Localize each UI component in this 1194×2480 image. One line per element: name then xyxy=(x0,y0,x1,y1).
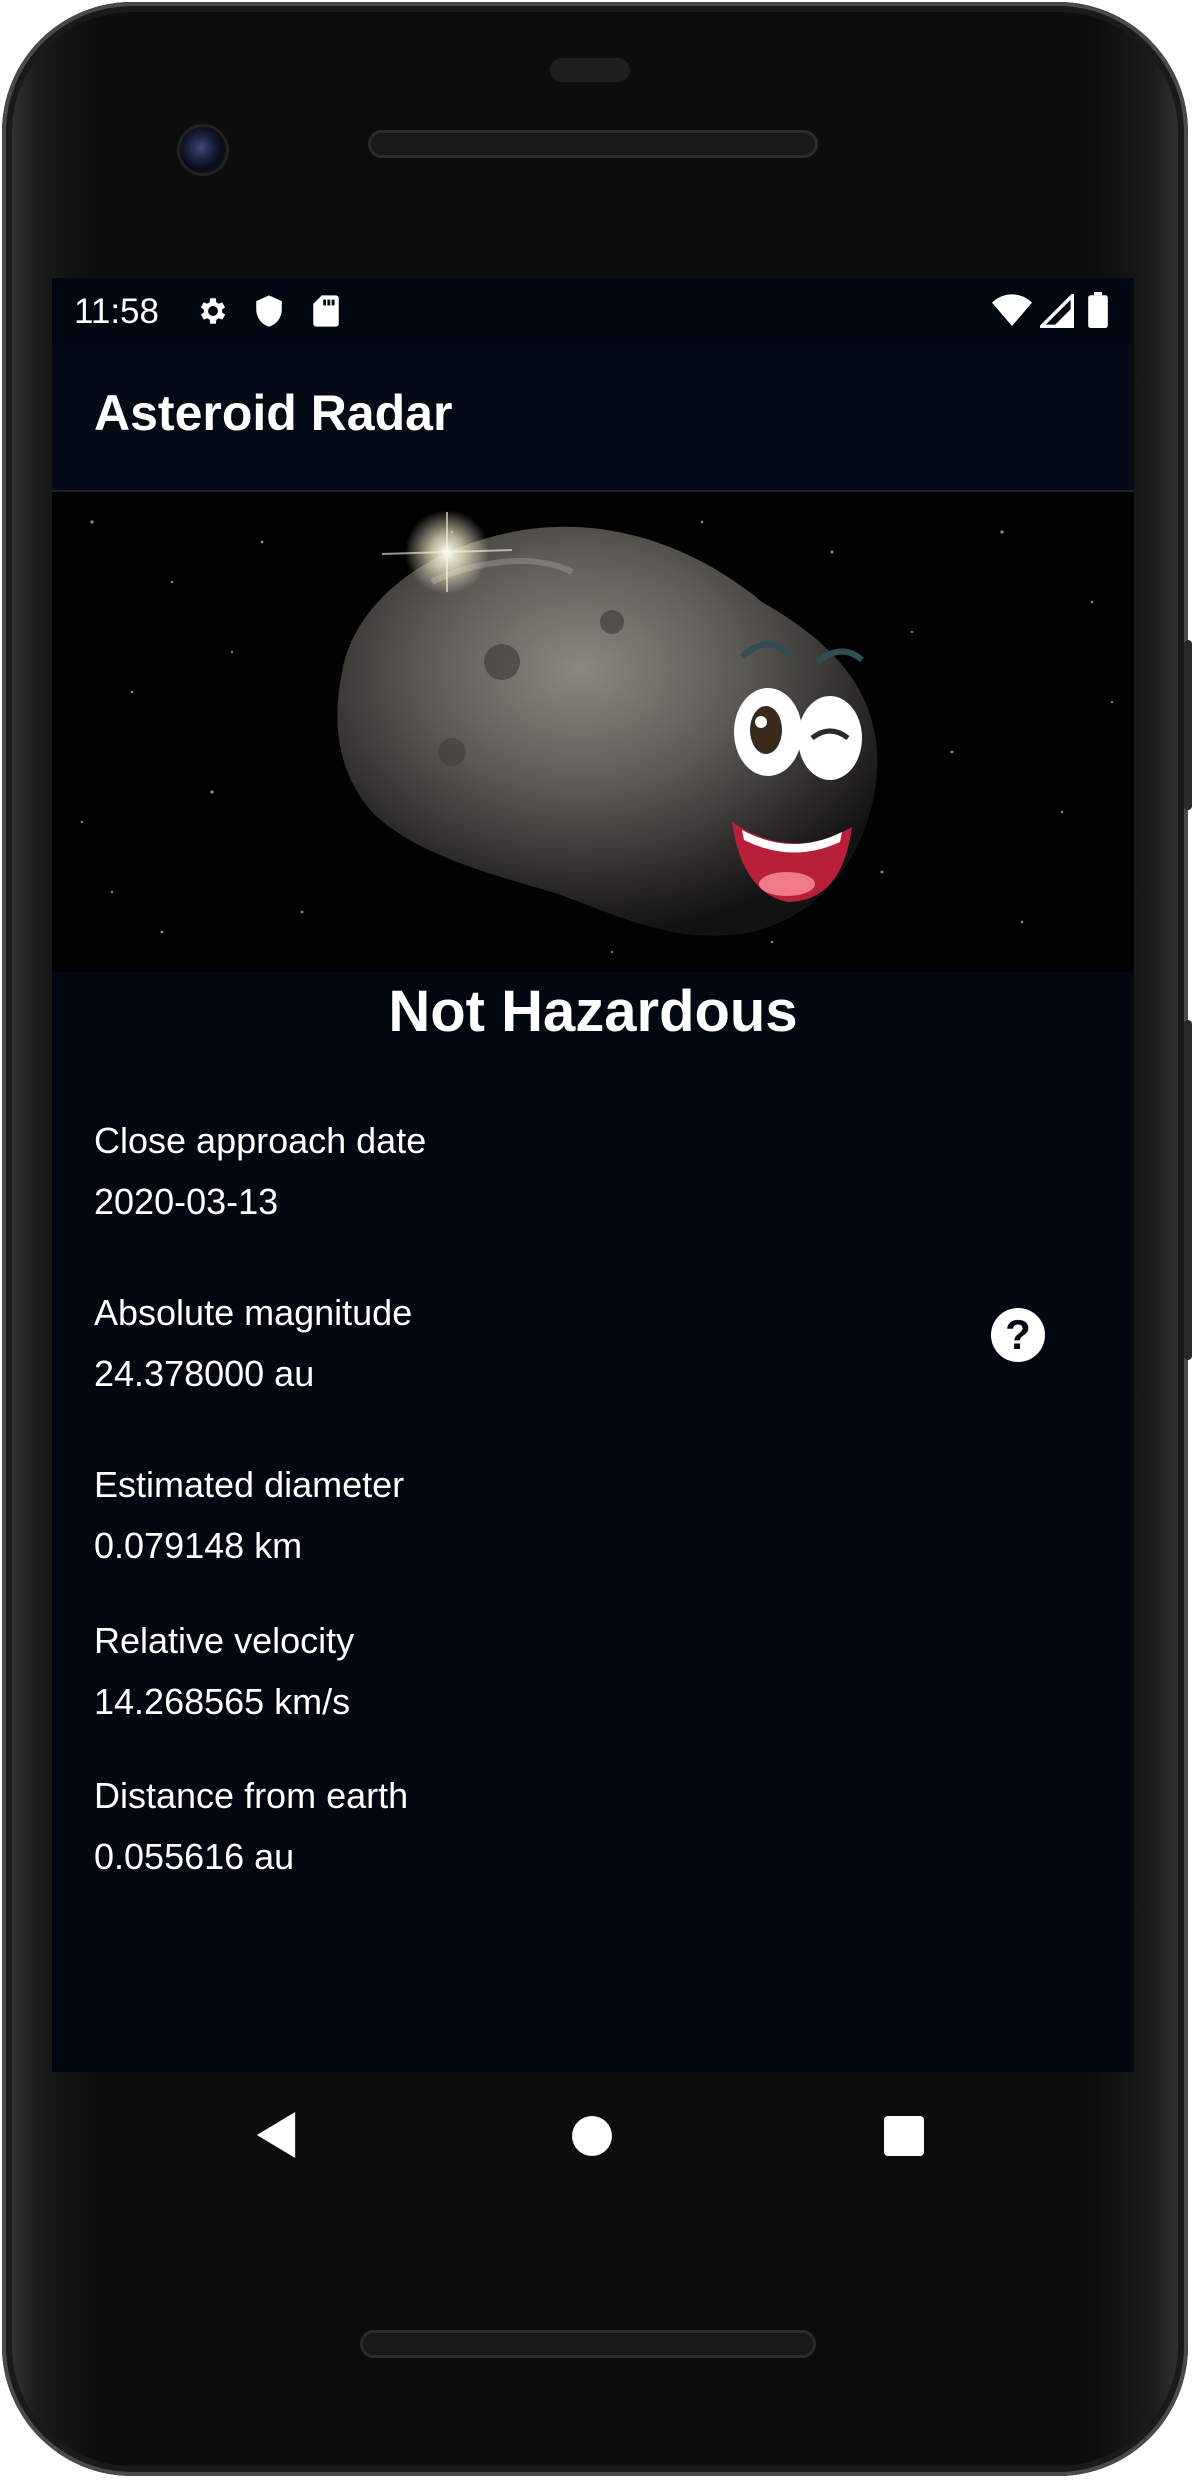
sd-card-icon xyxy=(312,294,340,337)
close-approach-date-value: 2020-03-13 xyxy=(94,1181,279,1222)
absolute-magnitude-label: Absolute magnitude xyxy=(94,1292,413,1333)
asteroid-hero-image xyxy=(52,492,1134,972)
back-icon[interactable] xyxy=(256,2112,296,2163)
power-button xyxy=(1184,640,1192,810)
recents-icon[interactable] xyxy=(884,2116,924,2161)
status-bar: 11:58 xyxy=(52,278,1134,344)
distance-from-earth-label: Distance from earth xyxy=(94,1775,409,1816)
app-bar: Asteroid Radar xyxy=(52,344,1134,492)
distance-from-earth-value: 0.055616 au xyxy=(94,1836,295,1877)
earpiece-slot xyxy=(550,58,630,82)
close-approach-date-label: Close approach date xyxy=(94,1120,427,1161)
settings-icon xyxy=(196,294,230,337)
bottom-speaker xyxy=(360,2330,816,2358)
volume-button xyxy=(1184,1020,1192,1360)
hazard-status: Not Hazardous xyxy=(388,979,798,1044)
signal-icon xyxy=(1037,291,1074,337)
estimated-diameter-label: Estimated diameter xyxy=(94,1464,405,1505)
app-title: Asteroid Radar xyxy=(94,385,453,441)
front-camera xyxy=(180,127,226,173)
estimated-diameter-value: 0.079148 km xyxy=(94,1525,303,1566)
battery-icon xyxy=(1088,292,1108,337)
relative-velocity-value: 14.268565 km/s xyxy=(94,1681,351,1722)
screen: 11:58 Asteroid Radar Not Hazardous Close… xyxy=(52,278,1134,2072)
top-speaker xyxy=(368,130,818,158)
shield-icon xyxy=(254,294,284,337)
relative-velocity-label: Relative velocity xyxy=(94,1620,355,1661)
wifi-icon xyxy=(992,294,1032,337)
help-icon[interactable]: ? xyxy=(991,1308,1045,1362)
status-time: 11:58 xyxy=(74,292,159,331)
home-icon[interactable] xyxy=(572,2116,612,2161)
absolute-magnitude-value: 24.378000 au xyxy=(94,1353,315,1394)
